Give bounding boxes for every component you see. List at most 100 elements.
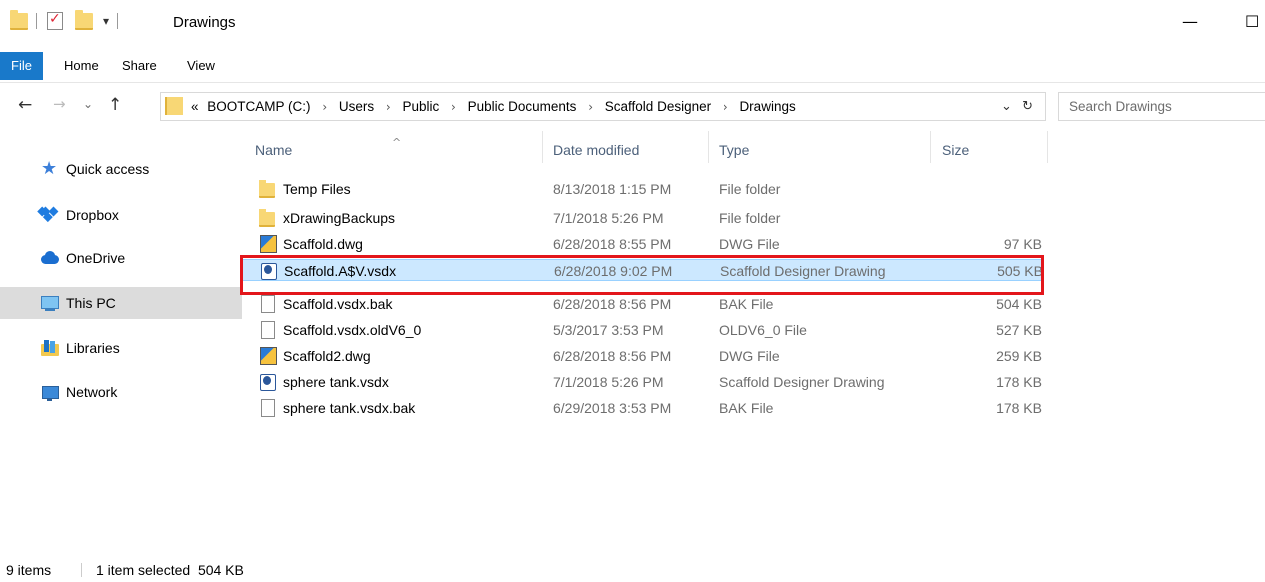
file-icon [259,321,276,339]
nav-item-quick-access[interactable]: Quick access [0,153,242,185]
file-date: 5/3/2017 3:53 PM [553,322,664,338]
nav-item-dropbox[interactable]: Dropbox [0,199,242,231]
address-bar-controls: ⌄ ↻ [1001,93,1033,120]
nav-item-onedrive[interactable]: OneDrive [0,242,242,274]
tab-view[interactable]: View [187,52,215,80]
crumb-users[interactable]: Users [339,99,374,114]
file-size: 178 KB [996,400,1042,416]
file-date: 8/13/2018 1:15 PM [553,181,672,197]
file-icon [259,399,276,417]
file-size: 505 KB [997,263,1043,279]
customize-dropdown-icon[interactable]: ▾ [103,14,109,28]
file-type: File folder [719,181,781,197]
dwg-file-icon [259,235,277,253]
file-date: 7/1/2018 5:26 PM [553,374,664,390]
crumb-separator[interactable]: › [451,100,456,114]
nav-item-label: Libraries [66,340,120,356]
nav-item-this-pc[interactable]: This PC [0,287,242,319]
tab-file[interactable]: File [0,52,43,80]
nav-item-label: OneDrive [66,250,126,266]
vsdx-file-icon [259,373,276,391]
file-name: sphere tank.vsdx.bak [283,400,416,416]
crumb-separator[interactable]: › [588,100,593,114]
file-size: 178 KB [996,374,1042,390]
file-size: 527 KB [996,322,1042,338]
nav-item-libraries[interactable]: Libraries [0,332,242,364]
selection-info: 1 item selected 504 KB [96,562,244,578]
title-bar: ▾ Drawings — ☐ [0,0,1265,52]
table-row[interactable]: sphere tank.vsdx 7/1/2018 5:26 PM Scaffo… [242,371,1042,393]
table-row[interactable]: Scaffold.vsdx.oldV6_0 5/3/2017 3:53 PM O… [242,319,1042,341]
crumb-separator[interactable]: › [386,100,391,114]
address-dropdown-icon[interactable]: ⌄ [1001,99,1012,114]
table-row[interactable]: xDrawingBackups 7/1/2018 5:26 PM File fo… [242,207,1042,229]
crumb-separator[interactable]: › [322,100,327,114]
forward-button[interactable]: → [53,95,66,113]
star-icon [40,158,60,179]
new-folder-icon[interactable] [75,9,93,30]
file-name: Scaffold.vsdx.bak [283,296,393,312]
status-bar: 9 items 1 item selected 504 KB [0,557,1265,582]
column-header-type[interactable]: Type [719,127,749,165]
cloud-icon [40,249,60,267]
column-header-name[interactable]: Name [255,127,292,165]
dwg-file-icon [259,347,277,365]
table-row[interactable]: sphere tank.vsdx.bak 6/29/2018 3:53 PM B… [242,397,1042,419]
table-row[interactable]: Scaffold2.dwg 6/28/2018 8:56 PM DWG File… [242,345,1042,367]
column-divider[interactable] [542,131,543,163]
breadcrumb: « BOOTCAMP (C:) › Users › Public › Publi… [191,93,796,120]
folder-icon [165,97,183,115]
libraries-icon [40,339,60,357]
table-row[interactable]: Scaffold.vsdx.bak 6/28/2018 8:56 PM BAK … [242,293,1042,315]
file-date: 6/28/2018 8:56 PM [553,296,672,312]
file-type: Scaffold Designer Drawing [720,263,886,279]
refresh-icon[interactable]: ↻ [1022,99,1033,114]
crumb-public[interactable]: Public [403,99,440,114]
file-name: sphere tank.vsdx [283,374,389,390]
column-header-date[interactable]: Date modified [553,127,639,165]
table-row[interactable]: Temp Files 8/13/2018 1:15 PM File folder [242,178,1042,200]
table-row-selected[interactable]: Scaffold.A$V.vsdx 6/28/2018 9:02 PM Scaf… [242,259,1043,281]
file-size: 259 KB [996,348,1042,364]
back-button[interactable]: ← [18,95,32,115]
search-input[interactable]: Search Drawings [1058,92,1265,121]
file-name: Scaffold2.dwg [283,348,371,364]
search-placeholder: Search Drawings [1069,99,1172,114]
file-date: 7/1/2018 5:26 PM [553,210,664,226]
nav-item-network[interactable]: Network [0,376,242,408]
table-row[interactable]: Scaffold.dwg 6/28/2018 8:55 PM DWG File … [242,233,1042,255]
column-divider[interactable] [1047,131,1048,163]
minimize-button[interactable]: — [1182,12,1198,31]
crumb-scaffold-designer[interactable]: Scaffold Designer [605,99,711,114]
file-date: 6/28/2018 8:56 PM [553,348,672,364]
column-divider[interactable] [708,131,709,163]
crumb-public-documents[interactable]: Public Documents [468,99,577,114]
window-title: Drawings [173,14,236,31]
file-list: ^ Name Date modified Type Size Temp File… [242,127,1265,557]
folder-icon[interactable] [10,9,28,30]
crumb-drawings[interactable]: Drawings [739,99,795,114]
nav-item-label: Network [66,384,118,400]
breadcrumb-overflow[interactable]: « [191,99,199,114]
recent-locations-button[interactable]: ⌄ [83,97,93,111]
network-icon [40,383,60,401]
file-size [942,207,1042,229]
properties-check-icon[interactable] [47,11,63,30]
file-type: Scaffold Designer Drawing [719,374,885,390]
toolbar-separator [36,13,37,29]
vsdx-file-icon [260,262,277,280]
address-bar[interactable]: « BOOTCAMP (C:) › Users › Public › Publi… [160,92,1046,121]
column-divider[interactable] [930,131,931,163]
maximize-button[interactable]: ☐ [1245,12,1259,31]
computer-icon [40,294,60,312]
file-name: Scaffold.vsdx.oldV6_0 [283,322,422,338]
tab-home[interactable]: Home [64,52,99,80]
crumb-separator[interactable]: › [723,100,728,114]
file-name: Scaffold.A$V.vsdx [284,263,397,279]
nav-item-label: Quick access [66,161,150,177]
up-button[interactable]: ↑ [108,95,122,115]
crumb-bootcamp[interactable]: BOOTCAMP (C:) [207,99,310,114]
column-header-size[interactable]: Size [942,127,969,165]
tab-share[interactable]: Share [122,52,157,80]
nav-item-label: This PC [66,295,116,311]
